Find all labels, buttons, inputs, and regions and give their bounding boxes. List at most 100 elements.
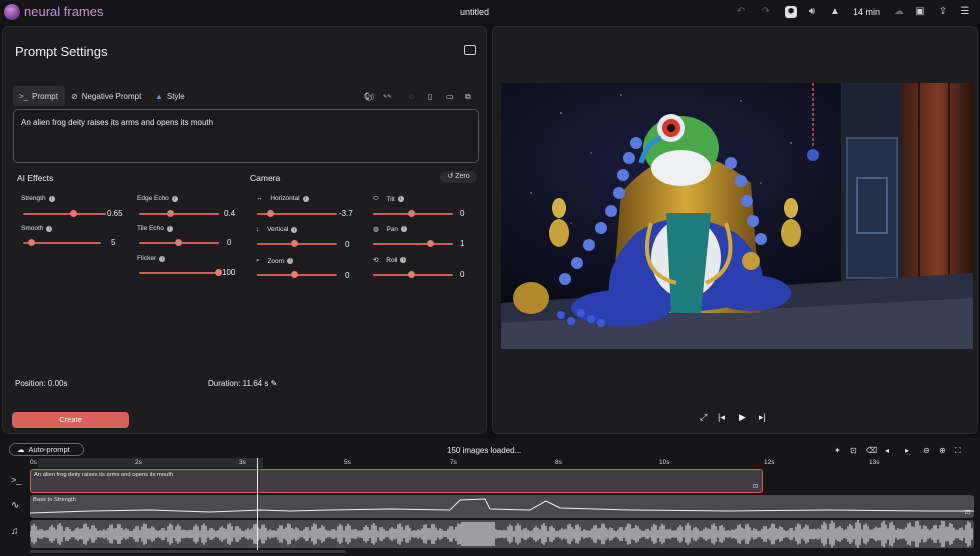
image-settings-icon[interactable] <box>464 45 476 55</box>
info-icon[interactable]: i <box>46 225 53 232</box>
zoom-out-icon[interactable]: ⊖ <box>923 446 930 455</box>
fit-icon[interactable]: ⛶ <box>955 446 961 456</box>
audio-waveform-clip[interactable] <box>30 520 974 548</box>
horizontal-thumb[interactable] <box>267 210 274 217</box>
magic-icon[interactable]: ✦ <box>834 446 841 455</box>
copy-icon[interactable]: ⧉ <box>465 92 471 102</box>
info-icon[interactable]: i <box>302 195 309 202</box>
info-icon[interactable]: i <box>166 225 173 232</box>
pan-value: 1 <box>460 239 465 248</box>
fullscreen-icon[interactable]: ⤢ <box>700 412 707 423</box>
skip-forward-icon[interactable]: ▸| <box>759 412 766 423</box>
next-icon[interactable]: ▸ <box>905 446 909 455</box>
horizontal-value: -3.7 <box>339 209 353 218</box>
metronome-icon[interactable]: ▲ <box>829 6 841 18</box>
prompt-clip[interactable]: An alien frog deity raises its arms and … <box>30 469 763 493</box>
tile-echo-value: 0 <box>227 238 232 247</box>
prompt-settings-panel: Prompt Settings >_ Prompt ⊘ Negative Pro… <box>2 26 487 434</box>
modulation-clip[interactable]: Bass to Strength ⊡ <box>30 495 974 518</box>
smooth-thumb[interactable] <box>28 239 35 246</box>
flicker-label: Flicker i <box>137 255 166 262</box>
magic-prompt-icon[interactable]: ✎✎ <box>383 94 391 100</box>
playhead[interactable] <box>257 458 258 550</box>
info-icon[interactable]: i <box>401 226 408 232</box>
skip-back-icon[interactable]: |◂ <box>718 412 725 423</box>
zero-button[interactable]: ↺ Zero <box>440 171 477 183</box>
undo-icon[interactable]: ↶ <box>735 6 747 18</box>
prev-icon[interactable]: ◂ <box>885 446 889 455</box>
pencil-icon[interactable]: ✎ <box>271 379 278 388</box>
squirrel-icon[interactable]: 🐿︎ <box>364 92 374 101</box>
logo-icon[interactable] <box>4 4 20 20</box>
create-button[interactable]: Create <box>12 412 129 428</box>
time-ruler[interactable]: 0s 2s 3s 5s 7s 8s 10s 12s 13s <box>30 458 976 468</box>
info-icon[interactable]: i <box>48 195 55 202</box>
ban-icon: ⊘ <box>71 91 78 101</box>
info-icon[interactable]: i <box>400 257 407 263</box>
strength-label: Strength i <box>21 195 55 202</box>
flicker-slider[interactable] <box>139 272 219 274</box>
settings-hex-icon[interactable]: ⬢ <box>785 6 797 18</box>
prompt-textarea[interactable]: An alien frog deity raises its arms and … <box>13 109 479 163</box>
modulation-curve <box>30 498 974 514</box>
clip-lock-icon[interactable]: ⊡ <box>753 483 758 490</box>
play-icon[interactable]: ▶ <box>739 412 746 423</box>
timeline-panel: ☁ Auto-prompt 150 images loaded... ✦ ⊡ ⌫… <box>0 438 980 556</box>
info-icon[interactable]: i <box>287 258 294 264</box>
strength-thumb[interactable] <box>70 210 77 217</box>
redo-icon[interactable]: ↷ <box>760 6 772 18</box>
vertical-thumb[interactable] <box>291 240 298 247</box>
roll-label: ⟲ Roll i <box>373 256 407 264</box>
position-readout: Position: 0.00s <box>15 379 68 388</box>
folder-icon[interactable]: ▭ <box>446 92 454 101</box>
edge-echo-value: 0.4 <box>224 209 236 218</box>
tile-echo-thumb[interactable] <box>175 239 182 246</box>
edge-echo-slider[interactable] <box>139 213 219 215</box>
tab-style[interactable]: ▲ Style <box>149 86 191 106</box>
info-icon[interactable]: i <box>397 196 404 202</box>
pan-icon: ◍ <box>373 226 379 233</box>
tile-echo-label: Tile Echo i <box>137 225 173 232</box>
volume-icon[interactable]: 🔊︎ <box>806 6 818 18</box>
auto-prompt-button[interactable]: ☁ Auto-prompt <box>9 443 84 456</box>
document-title[interactable]: untitled <box>460 7 489 17</box>
tilt-thumb[interactable] <box>408 210 415 217</box>
pan-thumb[interactable] <box>427 240 434 247</box>
style-icon: ▲ <box>155 91 163 101</box>
edge-echo-thumb[interactable] <box>167 210 174 217</box>
tick-label: 12s <box>764 459 775 466</box>
smooth-label: Smooth i <box>21 225 53 232</box>
tab-label: Negative Prompt <box>81 91 142 101</box>
frog-deity-artwork <box>501 83 973 349</box>
horizontal-label: ↔ Horizontal i <box>256 195 309 202</box>
flicker-thumb[interactable] <box>215 269 222 276</box>
tab-negative-prompt[interactable]: ⊘ Negative Prompt <box>65 86 147 106</box>
strength-slider[interactable] <box>23 213 106 215</box>
reset-icon[interactable]: ◌ <box>409 92 414 101</box>
tick-label: 3s <box>239 459 246 466</box>
info-icon[interactable]: i <box>291 226 298 233</box>
info-icon[interactable]: i <box>171 195 178 202</box>
pan-label: ◍ Pan i <box>373 225 408 233</box>
tab-prompt[interactable]: >_ Prompt <box>13 86 65 106</box>
save-icon[interactable]: ▣ <box>914 6 926 18</box>
pan-slider[interactable] <box>373 243 453 245</box>
clipboard-icon[interactable]: ▯ <box>428 92 432 101</box>
cloud-icon[interactable]: ☁ <box>893 6 905 18</box>
eraser-icon[interactable]: ⌫ <box>866 446 877 455</box>
info-icon[interactable]: i <box>159 255 166 262</box>
menu-icon[interactable]: ☰ <box>959 6 971 18</box>
zoom-in-icon[interactable]: ⊕ <box>939 446 946 455</box>
timeline-scrollbar[interactable] <box>30 550 346 553</box>
clip-lock-icon[interactable]: ⊡ <box>965 509 970 516</box>
tilt-label: ⬭ Tilt i <box>373 195 404 203</box>
export-icon[interactable]: ⇪ <box>937 6 949 18</box>
tick-label: 2s <box>135 459 142 466</box>
roll-thumb[interactable] <box>408 271 415 278</box>
preview-panel: ⤢ |◂ ▶ ▸| <box>492 26 978 434</box>
terminal-icon: >_ <box>19 91 29 101</box>
waveform <box>30 520 973 548</box>
zoom-thumb[interactable] <box>291 271 298 278</box>
lock-icon[interactable]: ⊡ <box>850 446 857 455</box>
horizontal-arrows-icon: ↔ <box>256 195 263 202</box>
